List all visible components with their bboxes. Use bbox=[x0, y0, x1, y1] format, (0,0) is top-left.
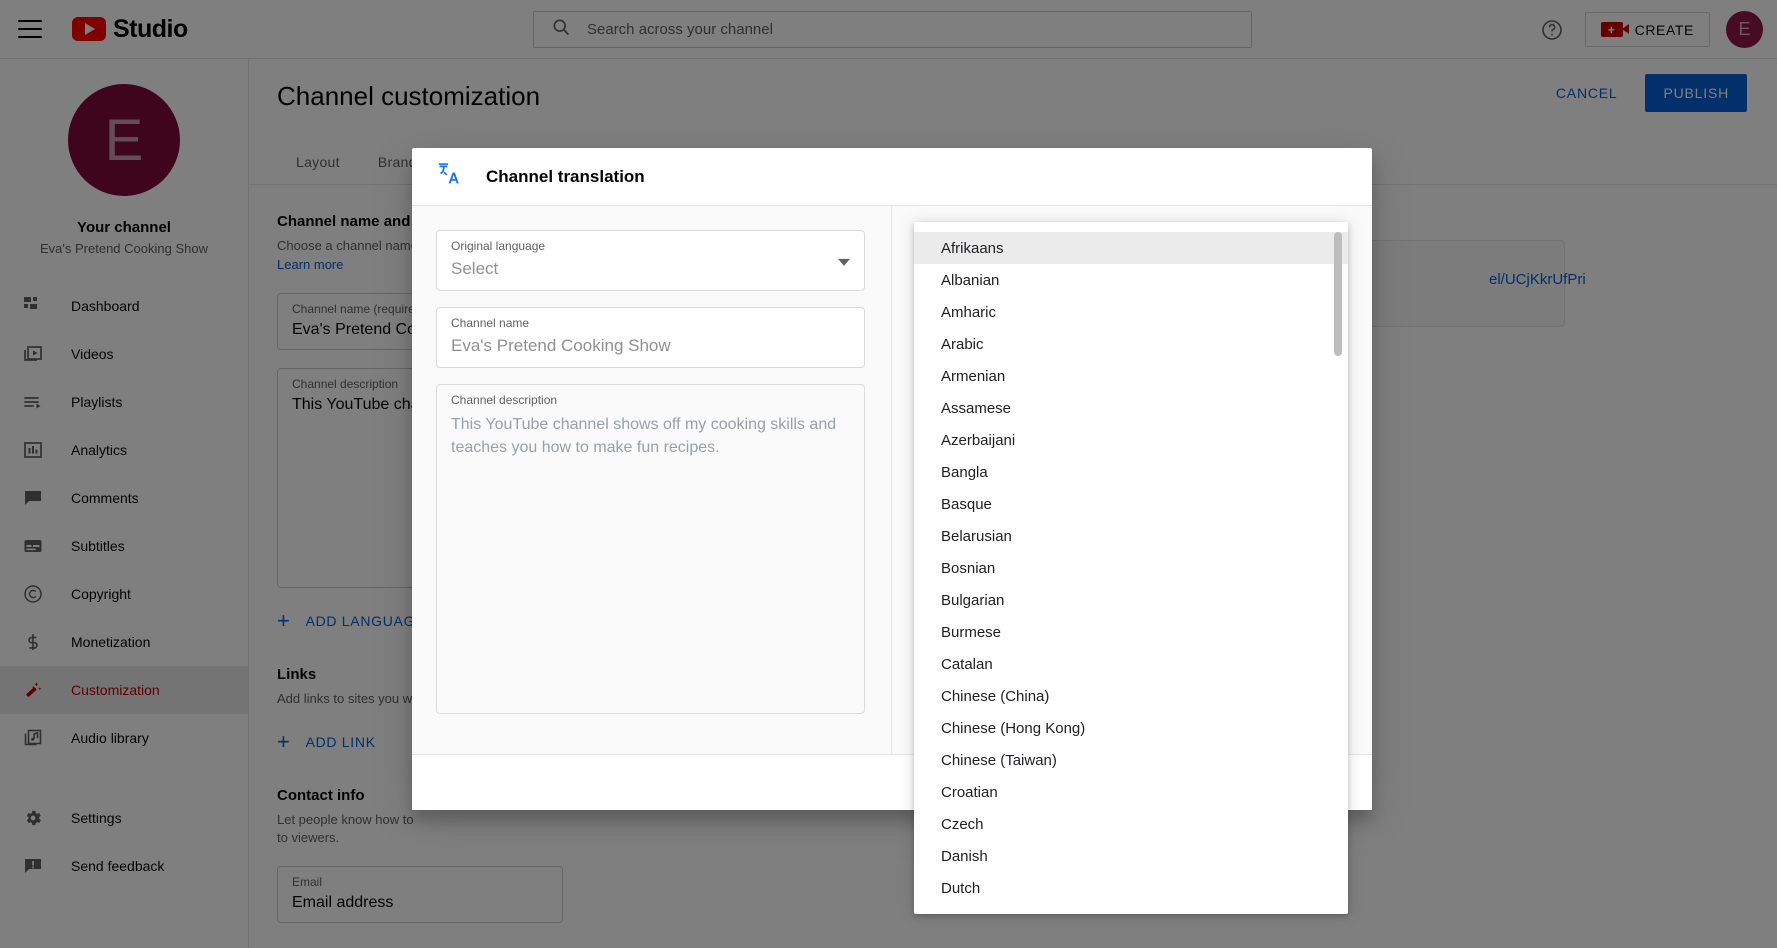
original-language-value: Select bbox=[451, 259, 499, 278]
language-option[interactable]: Belarusian bbox=[914, 520, 1348, 552]
channel-name-placeholder: Eva's Pretend Cooking Show bbox=[451, 336, 671, 355]
language-option[interactable]: Danish bbox=[914, 840, 1348, 872]
language-option[interactable]: Azerbaijani bbox=[914, 424, 1348, 456]
language-option[interactable]: Amharic bbox=[914, 296, 1348, 328]
language-option[interactable]: Bulgarian bbox=[914, 584, 1348, 616]
language-option[interactable]: Burmese bbox=[914, 616, 1348, 648]
language-option[interactable]: Croatian bbox=[914, 776, 1348, 808]
dropdown-scrollbar-thumb[interactable] bbox=[1334, 232, 1342, 356]
original-language-select[interactable]: Original language Select bbox=[436, 230, 865, 291]
original-language-label: Original language bbox=[451, 239, 546, 253]
youtube-studio-window: Studio Search across your channel bbox=[0, 0, 1777, 948]
language-dropdown-list[interactable]: Afrikaans Albanian Amharic Arabic Armenian As… bbox=[914, 222, 1348, 914]
dialog-title: Channel translation bbox=[486, 166, 645, 186]
dropdown-scrollbar[interactable] bbox=[1334, 232, 1342, 908]
language-option[interactable]: Chinese (Taiwan) bbox=[914, 744, 1348, 776]
language-option[interactable]: Albanian bbox=[914, 264, 1348, 296]
translated-channel-description-input[interactable]: Channel description This YouTube channel… bbox=[436, 384, 865, 714]
dialog-header: Channel translation bbox=[412, 148, 1372, 206]
translate-icon bbox=[436, 161, 462, 192]
channel-description-placeholder: This YouTube channel shows off my cookin… bbox=[451, 416, 837, 457]
language-option[interactable]: Arabic bbox=[914, 328, 1348, 360]
language-option[interactable]: Chinese (China) bbox=[914, 680, 1348, 712]
language-options: Afrikaans Albanian Amharic Arabic Armenian As… bbox=[914, 232, 1348, 904]
channel-description-label: Channel description bbox=[451, 393, 558, 407]
language-option[interactable]: Dutch bbox=[914, 872, 1348, 904]
chevron-down-icon[interactable] bbox=[838, 258, 850, 266]
language-option[interactable]: Czech bbox=[914, 808, 1348, 840]
language-option[interactable]: Bangla bbox=[914, 456, 1348, 488]
language-option[interactable]: Basque bbox=[914, 488, 1348, 520]
language-option[interactable]: Assamese bbox=[914, 392, 1348, 424]
language-option[interactable]: Catalan bbox=[914, 648, 1348, 680]
original-language-column: Original language Select Channel name Ev… bbox=[412, 206, 892, 754]
language-option[interactable]: Chinese (Hong Kong) bbox=[914, 712, 1348, 744]
channel-name-label: Channel name bbox=[451, 316, 530, 330]
language-option[interactable]: Afrikaans bbox=[914, 232, 1348, 264]
language-option[interactable]: Bosnian bbox=[914, 552, 1348, 584]
translated-channel-name-input[interactable]: Channel name Eva's Pretend Cooking Show bbox=[436, 307, 865, 368]
language-option[interactable]: Armenian bbox=[914, 360, 1348, 392]
